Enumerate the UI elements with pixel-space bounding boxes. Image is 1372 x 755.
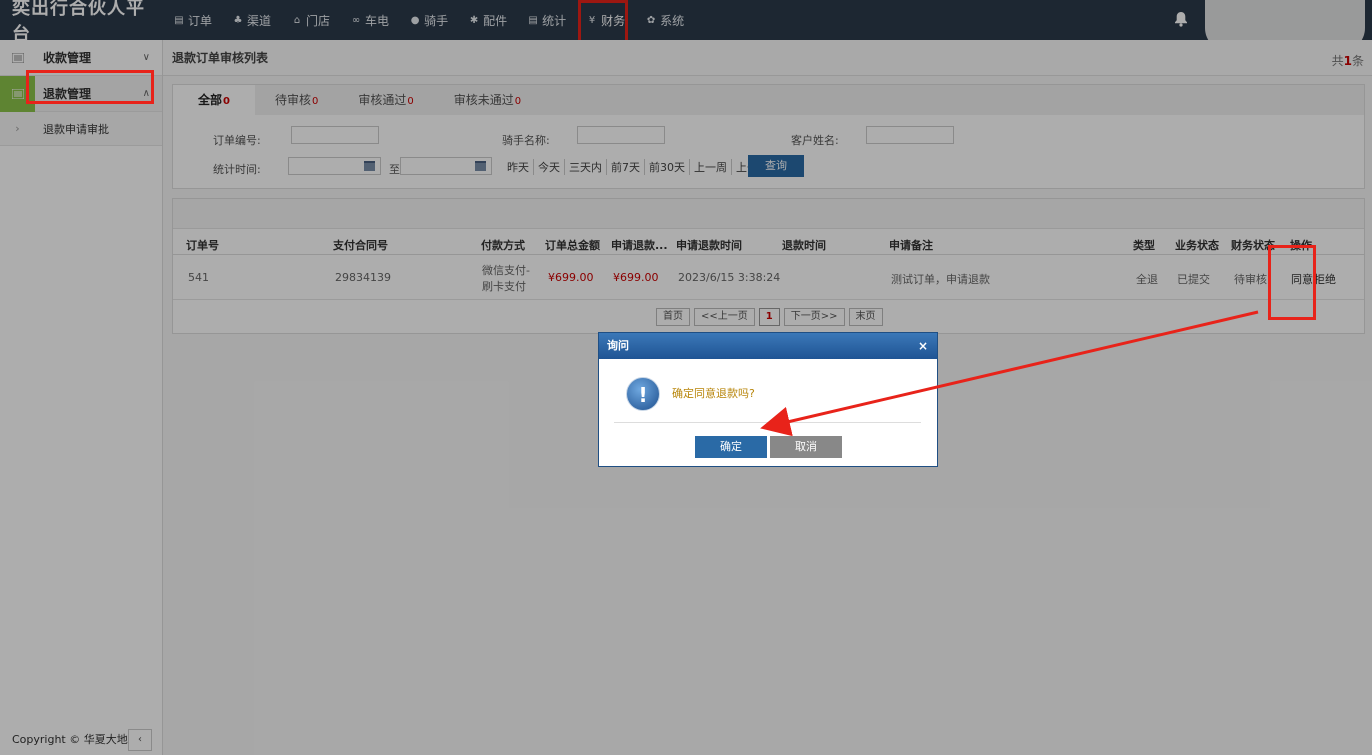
annotation-box-actions <box>1268 245 1316 320</box>
close-icon[interactable]: × <box>918 333 928 359</box>
confirm-dialog: 询问 × ! 确定同意退款吗? 确定 取消 <box>598 332 938 467</box>
dialog-divider <box>614 422 921 423</box>
cancel-button[interactable]: 取消 <box>770 436 842 458</box>
dialog-header: 询问 × <box>599 333 937 359</box>
confirm-button[interactable]: 确定 <box>695 436 767 458</box>
dialog-message: 确定同意退款吗? <box>672 387 755 400</box>
dialog-title: 询问 <box>607 339 629 352</box>
annotation-box-sidebar <box>26 70 154 104</box>
question-icon: ! <box>626 377 660 411</box>
